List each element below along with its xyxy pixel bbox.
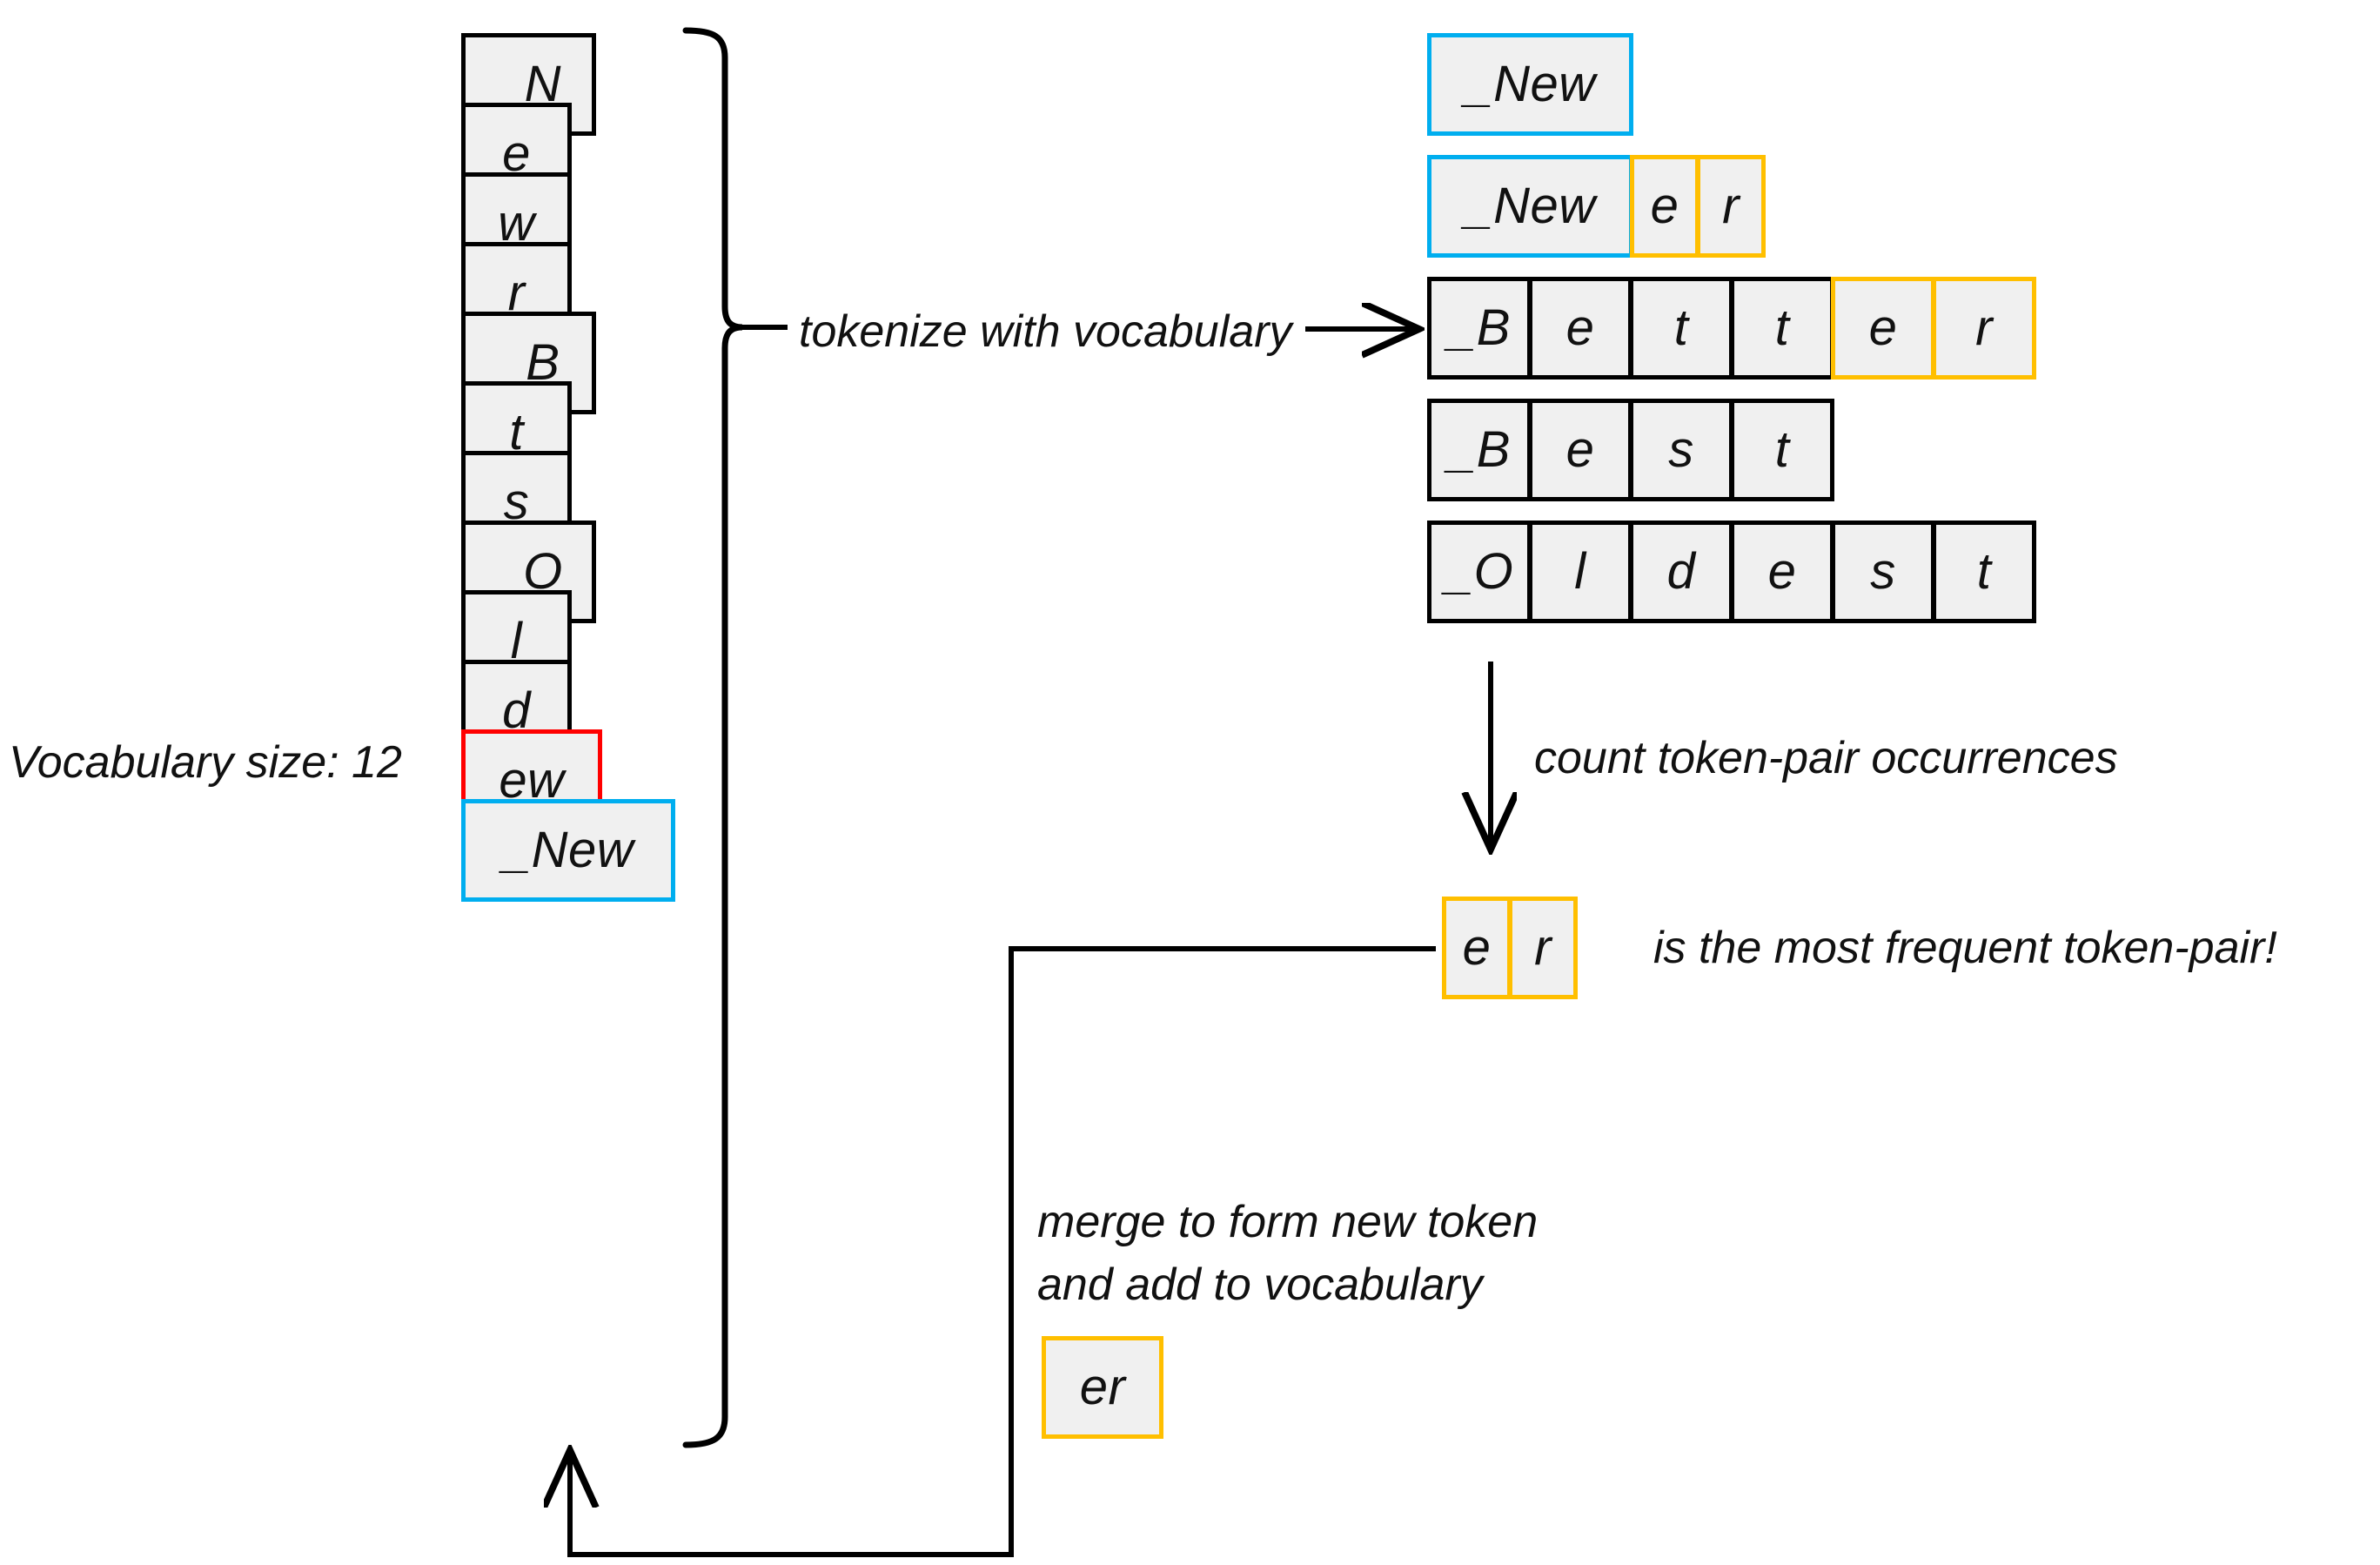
merged-token-cell[interactable]: er — [1042, 1336, 1163, 1439]
token-cell[interactable]: e — [1630, 155, 1700, 258]
merge-feedback-path-icon — [570, 946, 1436, 1557]
token-cell[interactable]: s — [1629, 399, 1733, 501]
token-cell[interactable]: r — [1696, 155, 1766, 258]
token-cell[interactable]: _B — [1427, 277, 1532, 379]
merge-label-line1: merge to form new token — [1037, 1197, 1539, 1247]
token-cell[interactable]: e — [1730, 521, 1834, 623]
token-cell[interactable]: t — [1730, 277, 1834, 379]
token-cell[interactable]: e — [1528, 399, 1632, 501]
token-cell[interactable]: t — [1932, 521, 2036, 623]
token-cell[interactable]: l — [1528, 521, 1632, 623]
best-pair-caption: is the most frequent token-pair! — [1653, 923, 2277, 973]
token-cell[interactable]: s — [1831, 521, 1935, 623]
count-token-pair-occurrences-label: count token-pair occurrences — [1534, 733, 2118, 783]
token-cell[interactable]: _B — [1427, 399, 1532, 501]
token-cell[interactable]: e — [1831, 277, 1935, 379]
token-cell[interactable]: _New — [1427, 155, 1633, 258]
token-cell[interactable]: _New — [1427, 33, 1633, 136]
token-cell[interactable]: t — [1629, 277, 1733, 379]
token-cell[interactable]: _O — [1427, 521, 1532, 623]
vocab-token-11[interactable]: _New — [461, 799, 675, 902]
best-pair-cell-left[interactable]: e — [1442, 897, 1512, 999]
vocabulary-size-label: Vocabulary size: 12 — [9, 737, 402, 788]
tokenize-with-vocabulary-label: tokenize with vocabulary — [799, 306, 1292, 357]
token-cell[interactable]: t — [1730, 399, 1834, 501]
token-cell[interactable]: d — [1629, 521, 1733, 623]
merge-label-line2: and add to vocabulary — [1037, 1259, 1483, 1310]
bpe-diagram-canvas: Vocabulary size: 12 _N e w r _B t s _O l… — [0, 0, 2380, 1565]
best-pair-cell-right[interactable]: r — [1508, 897, 1578, 999]
token-cell[interactable]: e — [1528, 277, 1632, 379]
vocabulary-brace-icon — [682, 27, 788, 1448]
token-cell[interactable]: r — [1932, 277, 2036, 379]
